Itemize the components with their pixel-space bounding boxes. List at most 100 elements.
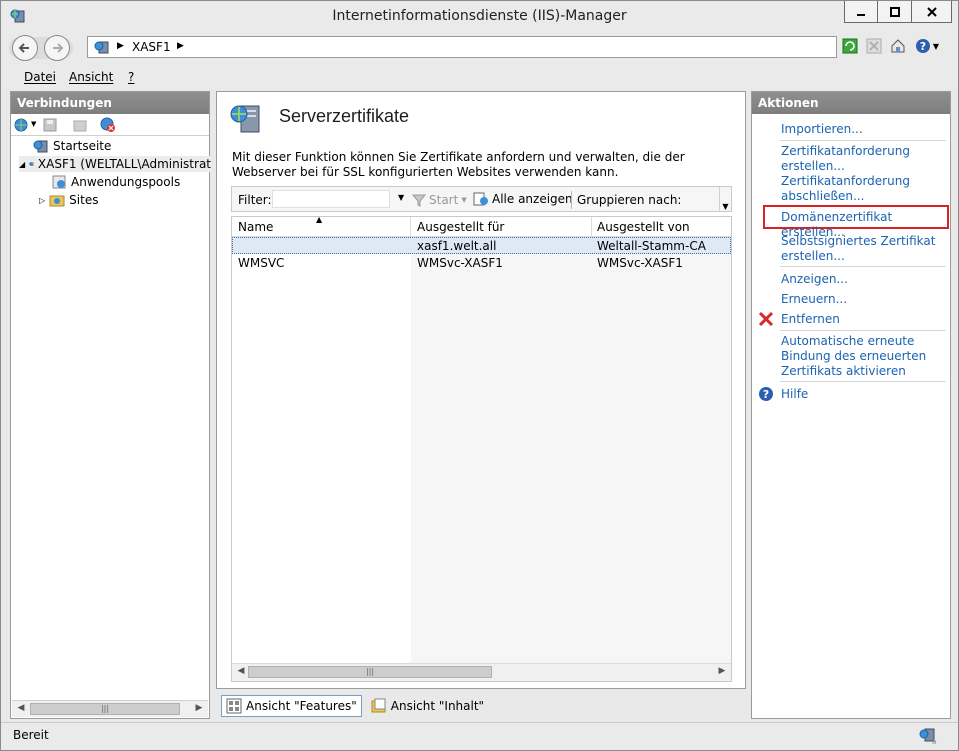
breadcrumb-xasf1[interactable]: XASF1 bbox=[132, 40, 171, 54]
up-button[interactable] bbox=[71, 116, 89, 134]
connect-dropdown-icon[interactable]: ▼ bbox=[31, 120, 36, 128]
scroll-right-icon[interactable]: ▶ bbox=[715, 666, 729, 678]
scroll-right-icon[interactable]: ▶ bbox=[192, 703, 206, 715]
stop-icon bbox=[866, 38, 882, 54]
save-button[interactable] bbox=[41, 116, 59, 134]
svg-text:?: ? bbox=[763, 388, 769, 401]
server-icon bbox=[29, 162, 34, 166]
action-auto-renew-line3[interactable]: Zertifikats aktivieren bbox=[781, 364, 906, 379]
action-auto-renew-line2[interactable]: Bindung des erneuerten bbox=[781, 349, 926, 364]
expand-icon[interactable]: ▷ bbox=[39, 196, 45, 205]
action-create-selfsigned-line2[interactable]: erstellen... bbox=[781, 249, 845, 264]
actions-header: Aktionen bbox=[752, 92, 950, 114]
show-all-button[interactable]: Alle anzeigen bbox=[473, 192, 573, 206]
globe-connect-icon bbox=[14, 118, 28, 132]
help-icon: ? bbox=[759, 387, 773, 401]
disconnect-icon bbox=[100, 117, 115, 132]
column-header-issued-to[interactable]: Ausgestellt für bbox=[417, 220, 504, 234]
filter-input[interactable] bbox=[272, 190, 390, 208]
address-bar[interactable]: ▶ XASF1 ▶ bbox=[87, 36, 837, 58]
sites-folder-icon bbox=[49, 195, 65, 207]
action-create-selfsigned-line1[interactable]: Selbstsigniertes Zertifikat bbox=[781, 234, 935, 249]
tree-label: Sites bbox=[69, 193, 99, 207]
action-remove[interactable]: Entfernen bbox=[781, 312, 840, 327]
server-status-icon bbox=[919, 728, 937, 744]
action-divider bbox=[780, 140, 946, 141]
scrollbar-thumb[interactable]: ||| bbox=[248, 666, 492, 678]
menu-datei[interactable]: Datei bbox=[24, 70, 56, 84]
maximize-button[interactable] bbox=[878, 1, 912, 23]
status-text: Bereit bbox=[13, 728, 49, 742]
scrollbar-thumb[interactable]: ||| bbox=[30, 703, 180, 715]
menu-help[interactable]: ? bbox=[128, 70, 134, 84]
main-content-panel: Serverzertifikate Mit dieser Funktion kö… bbox=[216, 91, 746, 689]
scroll-left-icon[interactable]: ◀ bbox=[14, 703, 28, 715]
title-bar: Internetinformationsdienste (IIS)-Manage… bbox=[1, 1, 958, 31]
minimize-button[interactable] bbox=[844, 1, 878, 23]
close-button[interactable] bbox=[912, 1, 952, 23]
action-create-request-line1[interactable]: Zertifikatanforderung bbox=[781, 144, 910, 159]
tree-label: Anwendungspools bbox=[71, 175, 181, 189]
home-button[interactable] bbox=[889, 37, 907, 55]
table-row[interactable]: WMSVC WMSvc-XASF1 WMSvc-XASF1 bbox=[232, 255, 731, 272]
svg-text:?: ? bbox=[920, 40, 926, 53]
filter-overflow-button[interactable]: ▼ bbox=[719, 187, 731, 211]
action-renew[interactable]: Erneuern... bbox=[781, 292, 847, 307]
actions-panel: Aktionen Importieren... Zertifikatanford… bbox=[751, 91, 951, 719]
action-import[interactable]: Importieren... bbox=[781, 122, 863, 137]
stop-button[interactable] bbox=[865, 37, 883, 55]
tree-item-startseite[interactable]: Startseite bbox=[33, 138, 111, 154]
breadcrumb-separator-icon[interactable]: ▶ bbox=[117, 41, 124, 51]
server-certificates-icon bbox=[230, 105, 260, 133]
action-help[interactable]: Hilfe bbox=[781, 387, 808, 402]
column-separator[interactable] bbox=[591, 217, 592, 237]
features-view-icon bbox=[226, 698, 242, 714]
server-icon bbox=[94, 41, 109, 54]
action-view[interactable]: Anzeigen... bbox=[781, 272, 848, 287]
action-auto-renew-line1[interactable]: Automatische erneute bbox=[781, 334, 914, 349]
show-all-label: Alle anzeigen bbox=[492, 192, 573, 206]
column-header-name[interactable]: Name bbox=[238, 220, 273, 234]
save-icon bbox=[43, 118, 57, 132]
help-icon: ? bbox=[915, 39, 930, 53]
sort-ascending-icon: ▲ bbox=[316, 215, 323, 224]
content-view-icon bbox=[371, 698, 386, 713]
breadcrumb-separator-icon[interactable]: ▶ bbox=[177, 41, 184, 51]
tree-item-server[interactable]: ◢ XASF1 (WELTALL\Administrat bbox=[19, 156, 211, 172]
menu-ansicht[interactable]: Ansicht bbox=[69, 70, 113, 84]
disconnect-button[interactable] bbox=[99, 116, 117, 134]
list-horizontal-scrollbar[interactable]: ◀ ||| ▶ bbox=[232, 663, 731, 681]
maximize-icon bbox=[889, 6, 900, 17]
tree-label: XASF1 (WELTALL\Administrat bbox=[37, 157, 211, 171]
back-button[interactable] bbox=[12, 35, 38, 61]
table-row[interactable]: xasf1.welt.all Weltall-Stamm-CA bbox=[232, 237, 731, 254]
folder-up-icon bbox=[73, 120, 87, 132]
refresh-button[interactable] bbox=[841, 37, 859, 55]
page-title: Serverzertifikate bbox=[279, 106, 410, 126]
tab-content-view[interactable]: Ansicht "Inhalt" bbox=[366, 695, 489, 717]
tree-item-sites[interactable]: ▷ Sites bbox=[39, 192, 98, 208]
scroll-left-icon[interactable]: ◀ bbox=[234, 666, 248, 678]
tab-features-view[interactable]: Ansicht "Features" bbox=[221, 695, 362, 717]
list-header: Name ▲ Ausgestellt für Ausgestellt von bbox=[232, 215, 731, 237]
forward-button[interactable] bbox=[44, 35, 70, 61]
action-complete-request-line2[interactable]: abschließen... bbox=[781, 189, 864, 204]
tab-label: Ansicht "Features" bbox=[246, 699, 357, 713]
connect-button[interactable] bbox=[13, 116, 31, 134]
connections-toolbar: ▼ bbox=[11, 114, 209, 136]
collapse-icon[interactable]: ◢ bbox=[19, 160, 25, 169]
funnel-icon bbox=[412, 194, 426, 207]
start-dropdown-icon: ▼ bbox=[461, 196, 467, 204]
action-create-request-line2[interactable]: erstellen... bbox=[781, 159, 845, 174]
tree-item-apppools[interactable]: Anwendungspools bbox=[51, 174, 180, 190]
connections-horizontal-scrollbar[interactable]: ◀ ||| ▶ bbox=[12, 700, 208, 717]
cell-issued-to: xasf1.welt.all bbox=[417, 239, 497, 253]
filter-dropdown-icon[interactable]: ▼ bbox=[398, 193, 404, 202]
help-dropdown-button[interactable]: ? ▼ bbox=[913, 37, 941, 55]
chevron-down-icon: ▼ bbox=[932, 41, 940, 51]
action-complete-request-line1[interactable]: Zertifikatanforderung bbox=[781, 174, 910, 189]
column-header-issued-by[interactable]: Ausgestellt von bbox=[597, 220, 690, 234]
action-divider bbox=[780, 330, 946, 331]
column-separator[interactable] bbox=[410, 217, 411, 237]
page-description: Mit dieser Funktion können Sie Zertifika… bbox=[232, 150, 685, 179]
